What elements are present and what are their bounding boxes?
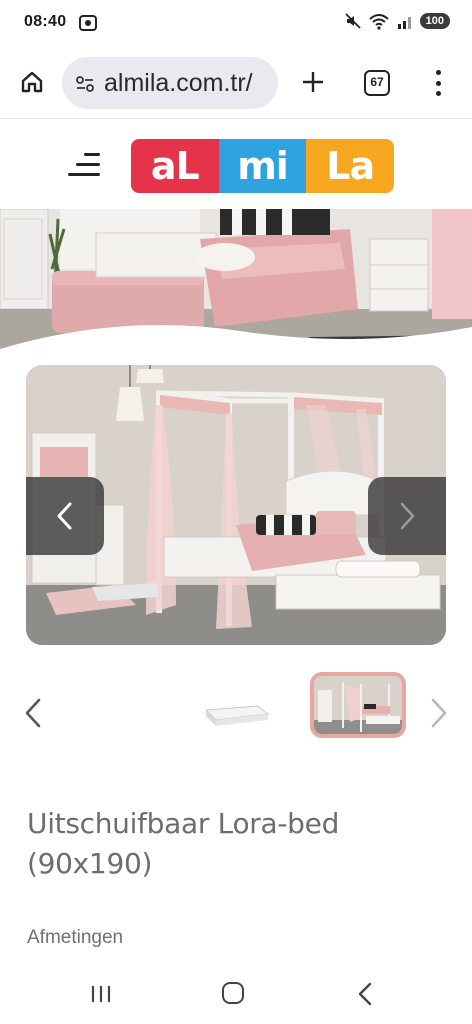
- logo-segment-la: La: [306, 139, 394, 193]
- thumbnail-canopy-bed-selected[interactable]: [310, 672, 406, 738]
- more-vert-icon[interactable]: [428, 68, 448, 98]
- android-nav-bar: [0, 966, 472, 1024]
- site-settings-icon[interactable]: [74, 73, 96, 95]
- logo-segment-mi: mi: [218, 139, 307, 193]
- url-text[interactable]: almila.com.tr/: [104, 69, 253, 98]
- status-time: 08:40: [24, 13, 67, 30]
- home-nav-icon[interactable]: [222, 982, 244, 1004]
- site-header: aL mi La: [0, 119, 472, 209]
- hamburger-line: [68, 173, 100, 176]
- hamburger-menu-icon[interactable]: [68, 147, 104, 181]
- home-icon: [21, 71, 43, 93]
- hamburger-line: [76, 163, 100, 166]
- product-title: Uitschuifbaar Lora-bed (90x190): [27, 807, 340, 880]
- logo-segment-al: aL: [131, 139, 219, 193]
- menu-dot: [435, 91, 441, 96]
- signal-icon: [397, 17, 411, 29]
- chevron-left-icon: [57, 502, 72, 530]
- new-tab-button[interactable]: [294, 62, 332, 102]
- back-icon[interactable]: [356, 982, 376, 1006]
- screenshot-icon: [79, 15, 97, 31]
- menu-dot: [435, 80, 441, 86]
- carousel-next-button[interactable]: [368, 477, 446, 555]
- dimensions-label: Afmetingen: [27, 927, 124, 948]
- thumbnail-trundle[interactable]: [198, 688, 274, 734]
- address-bar[interactable]: almila.com.tr/: [62, 57, 278, 109]
- battery-badge: 100: [419, 13, 450, 29]
- status-bar: 08:40 100: [0, 0, 472, 48]
- carousel-prev-button[interactable]: [26, 477, 104, 555]
- bedroom-photo: [0, 209, 472, 359]
- status-icons: 100: [344, 12, 450, 30]
- browser-toolbar: almila.com.tr/ 67: [0, 48, 472, 118]
- wifi-icon: [368, 14, 389, 30]
- home-button[interactable]: [14, 64, 50, 100]
- thumbnail-next-chevron-icon[interactable]: [426, 696, 452, 730]
- thumbnail-strip: [0, 668, 472, 758]
- hero-banner-image: [0, 209, 472, 359]
- almila-logo[interactable]: aL mi La: [131, 139, 394, 193]
- product-carousel[interactable]: [26, 365, 446, 645]
- menu-dot: [435, 70, 441, 75]
- recents-icon[interactable]: [90, 984, 112, 1004]
- thumbnail-image: [314, 676, 402, 734]
- thumbnail-prev-chevron-icon[interactable]: [20, 696, 46, 730]
- hamburger-line: [84, 153, 100, 156]
- chevron-right-icon: [400, 502, 415, 530]
- plus-icon: [303, 72, 323, 92]
- mute-icon: [345, 13, 361, 29]
- tabs-button[interactable]: 67: [364, 70, 390, 96]
